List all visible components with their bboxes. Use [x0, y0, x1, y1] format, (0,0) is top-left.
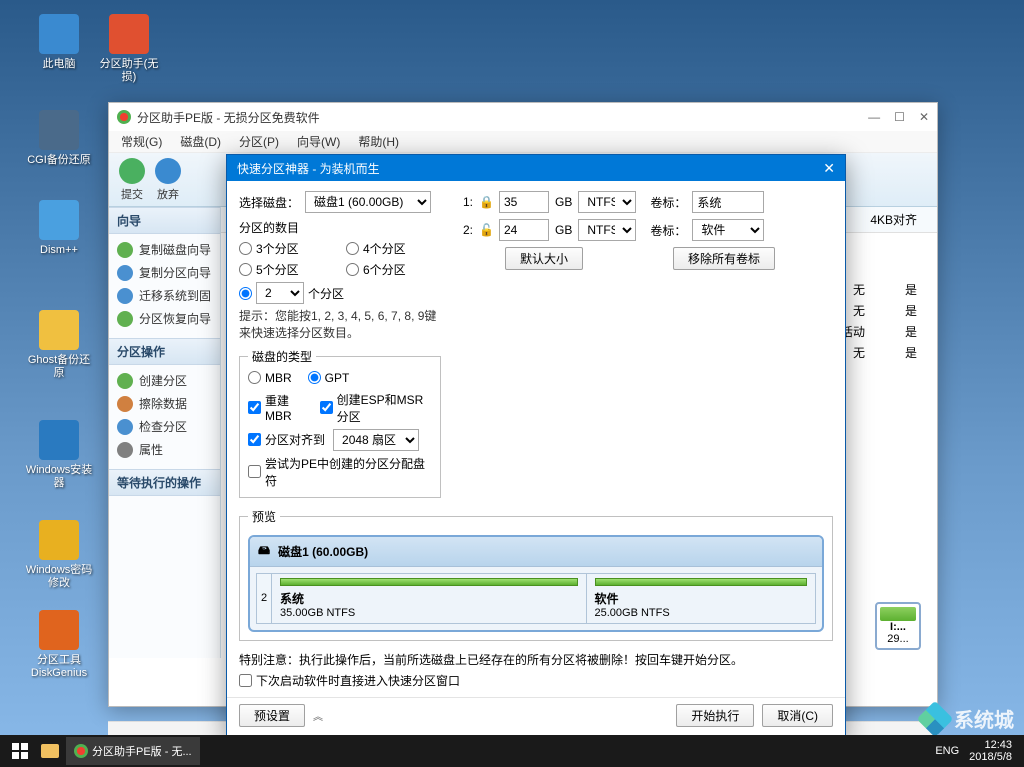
parent-titlebar: 分区助手PE版 - 无损分区免费软件 — ☐ ✕: [109, 103, 937, 131]
close-button[interactable]: ✕: [919, 110, 929, 124]
preview-disk-label: 磁盘1 (60.00GB): [278, 543, 368, 560]
desktop-icon-0[interactable]: 此电脑: [24, 14, 94, 71]
volume-label-input-1[interactable]: [692, 191, 764, 213]
panel-title-2: 等待执行的操作: [109, 469, 220, 496]
menu-item-0[interactable]: 常规(G): [121, 133, 162, 150]
try-pe-check[interactable]: [248, 465, 261, 478]
menu-item-4[interactable]: 帮助(H): [358, 133, 399, 150]
preview-partition-1[interactable]: 系统 35.00GB NTFS: [272, 573, 587, 624]
side-item-0-1[interactable]: 复制分区向导: [113, 261, 216, 284]
panel-title-1: 分区操作: [109, 338, 220, 365]
default-size-button[interactable]: 默认大小: [505, 247, 583, 270]
dialog-title-text: 快速分区神器 - 为装机而生: [237, 160, 380, 177]
size-input-1[interactable]: [499, 191, 549, 213]
toolbar-提交[interactable]: 提交: [119, 158, 145, 202]
desktop-icon-3[interactable]: Dism++: [24, 200, 94, 257]
align-value-select[interactable]: 2048 扇区: [333, 429, 419, 451]
file-explorer-icon[interactable]: [36, 737, 64, 765]
custom-count-suffix: 个分区: [308, 285, 344, 302]
disk-type-legend: 磁盘的类型: [248, 348, 316, 365]
preview-legend: 预览: [248, 508, 280, 525]
custom-count-select[interactable]: 2: [256, 282, 304, 304]
partition-count-legend: 分区的数目: [239, 219, 441, 236]
parent-title-text: 分区助手PE版 - 无损分区免费软件: [137, 109, 320, 126]
preview-group: 预览 🖴 磁盘1 (60.00GB) 2 系统 35.00GB NTFS 软件: [239, 508, 833, 641]
desktop-icon-7[interactable]: 分区工具DiskGenius: [24, 610, 94, 680]
menu-item-3[interactable]: 向导(W): [297, 133, 340, 150]
mbr-radio[interactable]: [248, 371, 261, 384]
maximize-button[interactable]: ☐: [894, 110, 905, 124]
panel-title-0: 向导: [109, 207, 220, 234]
part-count-option-5[interactable]: 5个分区: [239, 261, 334, 278]
menu-item-2[interactable]: 分区(P): [239, 133, 279, 150]
gpt-radio[interactable]: [308, 371, 321, 384]
select-disk-label: 选择磁盘：: [239, 194, 299, 211]
taskbar: 分区助手PE版 - 无... ENG 12:43 2018/5/8: [0, 735, 1024, 767]
preview-part-count: 2: [256, 573, 272, 624]
unlock-icon[interactable]: 🔓: [479, 223, 493, 237]
remove-all-labels-button[interactable]: 移除所有卷标: [673, 247, 775, 270]
minimize-button[interactable]: —: [868, 110, 880, 124]
side-item-1-0[interactable]: 创建分区: [113, 369, 216, 392]
custom-count-radio[interactable]: [239, 287, 252, 300]
tray-date: 2018/5/8: [969, 751, 1012, 763]
cancel-button[interactable]: 取消(C): [762, 704, 833, 727]
disk-icon: 🖴: [258, 541, 270, 562]
select-disk-dropdown[interactable]: 磁盘1 (60.00GB): [305, 191, 431, 213]
size-input-2[interactable]: [499, 219, 549, 241]
rebuild-mbr-check[interactable]: [248, 401, 261, 414]
dialog-close-button[interactable]: ✕: [823, 160, 835, 177]
lock-icon[interactable]: 🔒: [479, 195, 493, 209]
partition-count-group: 分区的数目 3个分区 4个分区 5个分区 6个分区 2 个分区: [239, 219, 441, 304]
preview-partition-2[interactable]: 软件 25.00GB NTFS: [587, 573, 817, 624]
parent-sidebar: 向导复制磁盘向导复制分区向导迁移系统到固分区恢复向导分区操作创建分区擦除数据检查…: [109, 207, 221, 658]
create-esp-check[interactable]: [320, 401, 333, 414]
part-count-option-4[interactable]: 4个分区: [346, 240, 441, 257]
partition-line-2: 2: 🔓 GB NTFS 卷标： 软件: [457, 219, 833, 241]
side-item-1-3[interactable]: 属性: [113, 438, 216, 461]
dialog-titlebar: 快速分区神器 - 为装机而生 ✕: [227, 155, 845, 181]
desktop-icon-5[interactable]: Windows安装器: [24, 420, 94, 490]
chevron-icon: ︽: [313, 708, 323, 723]
fs-select-2[interactable]: NTFS: [578, 219, 636, 241]
side-item-0-2[interactable]: 迁移系统到固: [113, 284, 216, 307]
taskbar-active-app[interactable]: 分区助手PE版 - 无...: [66, 737, 200, 765]
hint-text: 提示：您能按1, 2, 3, 4, 5, 6, 7, 8, 9键来快速选择分区数…: [239, 308, 441, 342]
quick-partition-dialog: 快速分区神器 - 为装机而生 ✕ 选择磁盘： 磁盘1 (60.00GB) 分区的…: [226, 154, 846, 738]
side-item-0-3[interactable]: 分区恢复向导: [113, 307, 216, 330]
toolbar-放弃[interactable]: 放弃: [155, 158, 181, 202]
desktop-icon-6[interactable]: Windows密码修改: [24, 520, 94, 590]
watermark: 系统城: [922, 704, 1014, 733]
side-item-1-2[interactable]: 检查分区: [113, 415, 216, 438]
desktop-icon-2[interactable]: CGI备份还原: [24, 110, 94, 167]
volume-label-select-2[interactable]: 软件: [692, 219, 764, 241]
part-count-option-3[interactable]: 3个分区: [239, 240, 334, 257]
start-execute-button[interactable]: 开始执行: [676, 704, 754, 727]
desktop-icon-1[interactable]: 分区助手(无损): [94, 14, 164, 84]
tray-time: 12:43: [969, 739, 1012, 751]
col-4kb: 4KB对齐: [870, 211, 917, 228]
side-item-0-0[interactable]: 复制磁盘向导: [113, 238, 216, 261]
side-item-1-1[interactable]: 擦除数据: [113, 392, 216, 415]
align-check[interactable]: [248, 433, 261, 446]
app-icon: [117, 110, 131, 124]
tray-lang[interactable]: ENG: [935, 745, 959, 757]
menu-item-1[interactable]: 磁盘(D): [180, 133, 221, 150]
parent-menubar: 常规(G) 磁盘(D) 分区(P) 向导(W) 帮助(H): [109, 131, 937, 153]
preset-button[interactable]: 预设置: [239, 704, 305, 727]
disk-type-group: 磁盘的类型 MBR GPT 重建MBR 创建ESP和MSR分区 分区对齐到 20…: [239, 348, 441, 498]
small-disk-widget[interactable]: I:... 29...: [875, 602, 921, 650]
desktop-icon-4[interactable]: Ghost备份还原: [24, 310, 94, 380]
warning-text: 特别注意：执行此操作后，当前所选磁盘上已经存在的所有分区将被删除！按回车键开始分…: [227, 645, 845, 670]
fs-select-1[interactable]: NTFS: [578, 191, 636, 213]
next-time-check[interactable]: [239, 674, 252, 687]
start-button[interactable]: [4, 737, 36, 765]
part-count-option-6[interactable]: 6个分区: [346, 261, 441, 278]
partition-line-1: 1: 🔒 GB NTFS 卷标：: [457, 191, 833, 213]
